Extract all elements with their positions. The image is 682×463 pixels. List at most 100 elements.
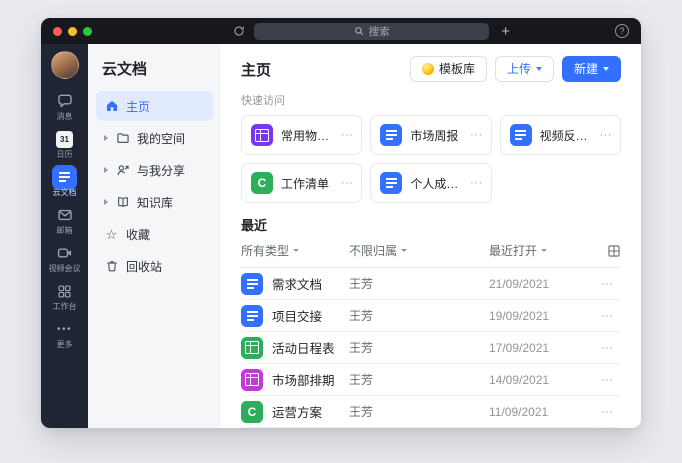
sidebar-item-favorites[interactable]: ☆ 收藏	[96, 219, 213, 249]
quick-access-card[interactable]: 工作清单 ···	[241, 163, 363, 203]
filter-all-types[interactable]: 所有类型	[241, 242, 349, 259]
sidebar-item-my-space[interactable]: 我的空间	[96, 123, 213, 153]
rail-item-mail[interactable]: 邮箱	[41, 201, 88, 239]
rail-item-workbench[interactable]: 工作台	[41, 277, 88, 315]
rail-item-cloud-docs[interactable]: 云文档	[41, 163, 88, 201]
table-row[interactable]: 市场部排期 王芳 14/09/2021 ···	[241, 364, 621, 396]
more-actions-button[interactable]: ···	[601, 278, 621, 290]
more-actions-button[interactable]: ···	[470, 129, 483, 141]
app-window: 搜索 + ? 消息 31 日历 云文档 邮箱 视频会议 工作台 ••• 更多 云…	[41, 18, 641, 428]
rail-item-label: 视频会议	[48, 264, 81, 273]
file-type-icon	[241, 368, 263, 391]
filter-recently-opened[interactable]: 最近打开	[489, 242, 601, 259]
chevron-down-icon	[603, 67, 609, 71]
document-title: 常用物料汇总	[281, 128, 333, 143]
chevron-down-icon	[541, 249, 548, 252]
chevron-down-icon	[401, 249, 408, 252]
more-actions-button[interactable]: ···	[600, 129, 613, 141]
quick-access-card[interactable]: 个人成长记录 ···	[370, 163, 492, 203]
file-type-icon	[380, 124, 403, 146]
document-name-cell: 需求文档	[241, 272, 349, 295]
document-title: 工作清单	[281, 176, 330, 191]
cloud-docs-icon-tile	[52, 164, 77, 190]
file-type-icon	[241, 272, 263, 295]
maximize-button[interactable]	[83, 26, 92, 36]
file-type-icon	[380, 172, 403, 194]
sidebar-item-shared-with-me[interactable]: 与我分享	[96, 155, 213, 185]
calendar-icon: 31	[56, 130, 73, 148]
sidebar-item-label: 与我分享	[137, 163, 186, 178]
rail-item-label: 消息	[56, 112, 73, 121]
document-title: 个人成长记录	[410, 176, 462, 191]
rail-item-video-meeting[interactable]: 视频会议	[41, 239, 88, 277]
rail-item-calendar[interactable]: 31 日历	[41, 125, 88, 163]
date-cell: 19/09/2021	[489, 308, 550, 323]
chevron-right-icon[interactable]	[104, 167, 108, 173]
more-actions-button[interactable]: ···	[601, 310, 621, 322]
docs-sidebar: 云文档 主页 我的空间 与我分享 知识库 ☆ 收藏 回收站	[88, 44, 221, 428]
quick-access-card[interactable]: 视频反馈汇总 ···	[499, 115, 621, 155]
sidebar-item-home[interactable]: 主页	[96, 91, 213, 121]
minimize-button[interactable]	[68, 26, 77, 36]
global-search-input[interactable]: 搜索	[254, 22, 490, 40]
file-type-icon	[241, 304, 263, 327]
rail-item-label: 日历	[56, 150, 73, 159]
filter-any-owner[interactable]: 不限归属	[349, 242, 489, 259]
owner-cell: 王芳	[349, 373, 374, 387]
app-rail: 消息 31 日历 云文档 邮箱 视频会议 工作台 ••• 更多	[41, 44, 88, 428]
quick-access-heading: 快速访问	[241, 95, 285, 107]
date-cell: 11/09/2021	[489, 404, 549, 419]
chevron-right-icon[interactable]	[104, 135, 108, 141]
trash-icon	[104, 259, 119, 273]
sidebar-item-label: 收藏	[126, 227, 151, 242]
sidebar-item-label: 我的空间	[137, 131, 186, 146]
sidebar-item-wiki[interactable]: 知识库	[96, 187, 213, 217]
table-row[interactable]: 运营方案 王芳 11/09/2021 ···	[241, 396, 621, 428]
cloud-docs-icon	[52, 164, 77, 190]
rail-item-label: 云文档	[52, 188, 77, 197]
close-button[interactable]	[53, 26, 62, 36]
date-cell: 14/09/2021	[489, 372, 550, 387]
more-actions-button[interactable]: ···	[601, 374, 621, 386]
new-tab-button[interactable]: +	[501, 24, 510, 39]
user-avatar[interactable]	[50, 51, 79, 79]
file-type-icon	[251, 172, 273, 194]
create-new-button[interactable]: 新建	[561, 56, 621, 82]
quick-access-card[interactable]: 市场周报 ···	[370, 115, 492, 155]
refresh-icon[interactable]	[233, 25, 245, 37]
page-title: 主页	[241, 61, 272, 79]
file-type-icon	[251, 124, 273, 146]
recent-section: 最近 所有类型 不限归属 最近打开 需求文档 王芳 21/09/2021 ···…	[241, 215, 621, 428]
document-name-cell: 活动日程表	[241, 336, 349, 359]
more-actions-button[interactable]: ···	[341, 129, 354, 141]
search-placeholder: 搜索	[368, 25, 390, 38]
template-library-button[interactable]: 模板库	[409, 56, 487, 82]
file-type-icon	[241, 336, 263, 359]
quick-access-grid: 常用物料汇总 ··· 市场周报 ··· 视频反馈汇总 ··· 工作清单 ···	[241, 115, 621, 203]
table-row[interactable]: 活动日程表 王芳 17/09/2021 ···	[241, 332, 621, 364]
rail-item-label: 工作台	[52, 302, 77, 311]
grid-view-button[interactable]	[601, 244, 621, 258]
rail-item-more[interactable]: ••• 更多	[41, 315, 88, 353]
wiki-icon	[115, 195, 130, 209]
quick-access-card[interactable]: 常用物料汇总 ···	[241, 115, 363, 155]
header-actions: 模板库 上传 新建	[409, 56, 621, 82]
table-row[interactable]: 需求文档 王芳 21/09/2021 ···	[241, 268, 621, 300]
recent-heading: 最近	[241, 218, 268, 233]
date-cell: 21/09/2021	[489, 276, 550, 291]
titlebar: 搜索 + ?	[41, 18, 641, 44]
more-actions-button[interactable]: ···	[341, 177, 354, 189]
more-actions-button[interactable]: ···	[470, 177, 483, 189]
main-header: 主页 模板库 上传 新建	[241, 56, 621, 82]
chevron-down-icon	[535, 67, 542, 71]
more-actions-button[interactable]: ···	[601, 406, 621, 418]
window-controls	[41, 26, 102, 36]
chevron-right-icon[interactable]	[104, 199, 108, 205]
more-actions-button[interactable]: ···	[601, 342, 621, 354]
upload-button[interactable]: 上传	[494, 56, 554, 82]
help-button[interactable]: ?	[615, 24, 629, 38]
sidebar-item-label: 知识库	[137, 195, 174, 210]
rail-item-messages[interactable]: 消息	[41, 87, 88, 125]
sidebar-item-trash[interactable]: 回收站	[96, 251, 213, 281]
table-row[interactable]: 项目交接 王芳 19/09/2021 ···	[241, 300, 621, 332]
